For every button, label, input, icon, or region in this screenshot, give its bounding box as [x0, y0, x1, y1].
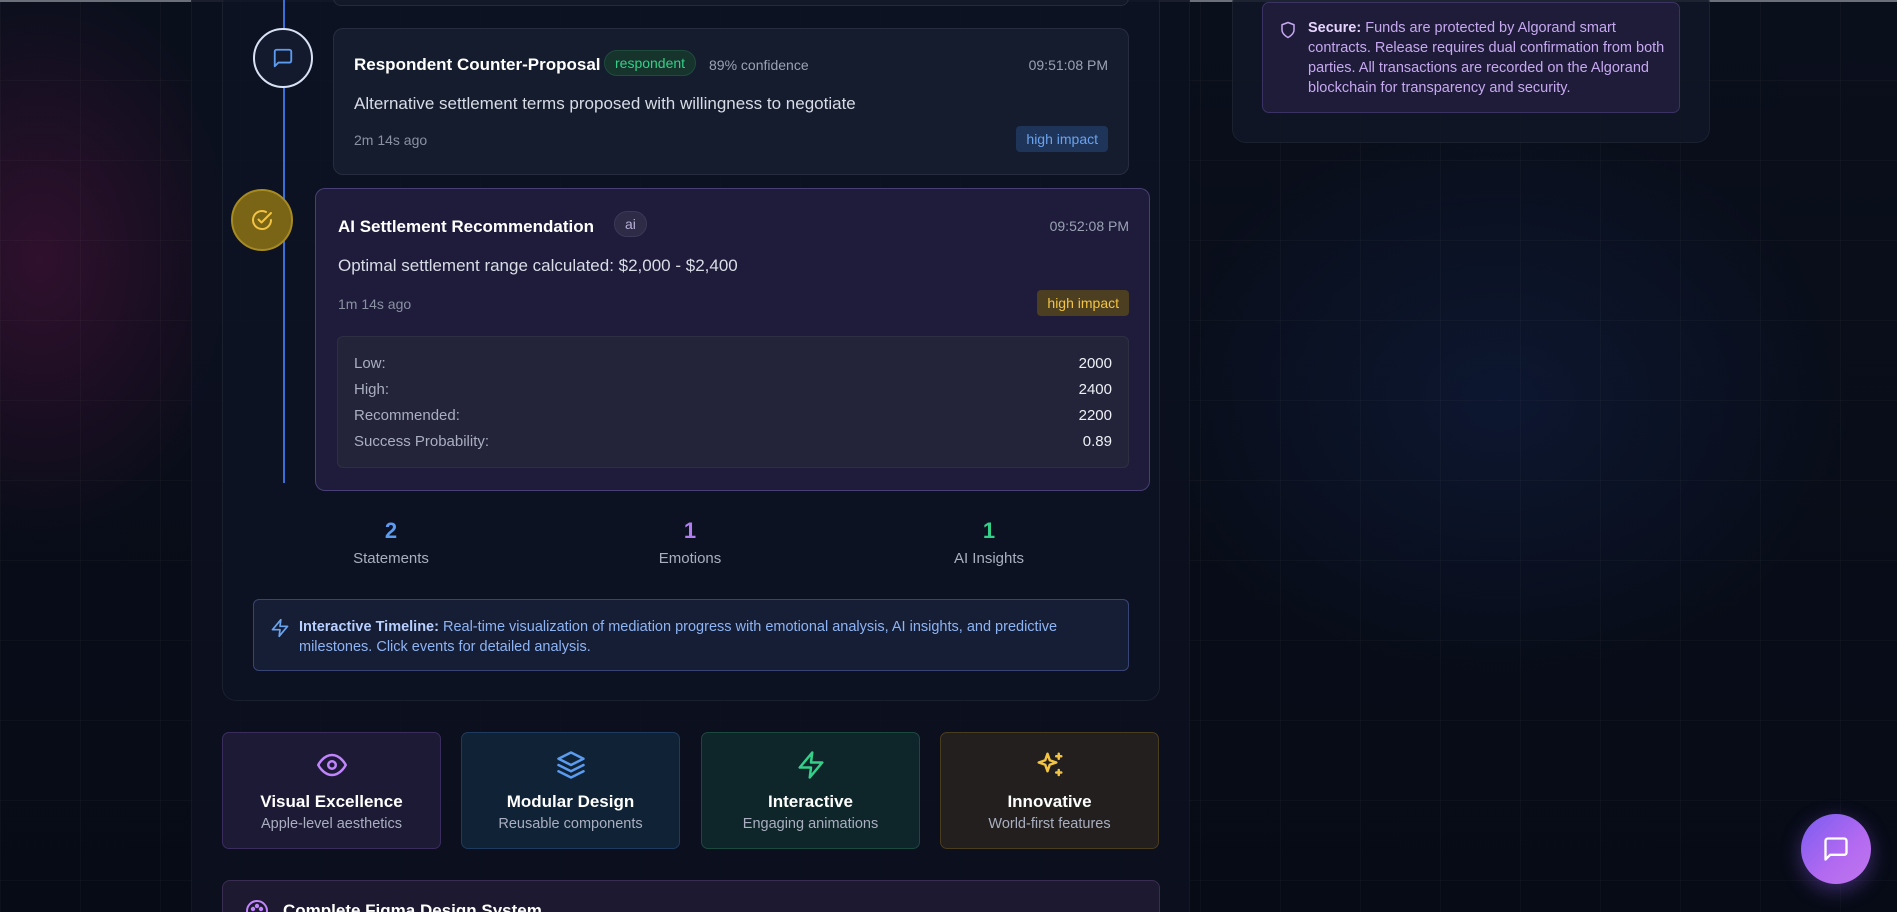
chat-button[interactable] [1801, 814, 1871, 884]
event-relative-time: 1m 14s ago [338, 296, 412, 312]
feature-title: Visual Excellence [260, 792, 403, 811]
feature-subtitle: Reusable components [498, 816, 643, 832]
stat-emotions: 1 Emotions [610, 518, 770, 567]
message-icon [1824, 837, 1848, 861]
feature-card-interactive[interactable]: Interactive Engaging animations [701, 732, 920, 849]
detail-key: Recommended: [354, 407, 460, 424]
timeline-node-message [253, 28, 313, 88]
stat-label: Statements [353, 550, 429, 567]
settlement-details: Low: 2000 High: 2400 Recommended: 2200 S… [337, 336, 1129, 468]
detail-key: High: [354, 381, 390, 398]
message-icon [273, 48, 293, 68]
check-circle-icon [252, 210, 272, 230]
feature-card-modular-design[interactable]: Modular Design Reusable components [461, 732, 680, 849]
detail-row: High: 2400 [354, 381, 1112, 401]
feature-subtitle: Apple-level aesthetics [260, 816, 403, 832]
event-tag-ai: ai [614, 211, 647, 237]
stat-statements: 2 Statements [311, 518, 471, 567]
feature-subtitle: World-first features [988, 816, 1111, 832]
detail-row: Low: 2000 [354, 355, 1112, 375]
lightning-icon [271, 618, 289, 638]
stat-value: 2 [384, 518, 398, 543]
detail-value: 2400 [1078, 381, 1112, 398]
figma-design-system-card[interactable]: Complete Figma Design System [222, 880, 1160, 912]
stat-value: 1 [982, 518, 996, 543]
previous-event-card[interactable] [333, 0, 1129, 6]
lightning-icon [798, 751, 823, 779]
event-confidence: 89% confidence [709, 57, 809, 73]
feature-card-visual-excellence[interactable]: Visual Excellence Apple-level aesthetics [222, 732, 441, 849]
timeline-event-counter-proposal[interactable]: Respondent Counter-Proposal respondent 8… [333, 28, 1129, 175]
stat-label: Emotions [658, 550, 722, 567]
secure-notice: Secure: Funds are protected by Algorand … [1262, 2, 1680, 113]
event-relative-time: 2m 14s ago [354, 132, 428, 148]
event-tag-respondent: respondent [604, 50, 697, 76]
stat-ai-insights: 1 AI Insights [909, 518, 1069, 567]
event-description: Alternative settlement terms proposed wi… [354, 94, 856, 113]
timeline-node-ai [231, 189, 293, 251]
shield-icon [1281, 21, 1295, 39]
timeline-info-box: Interactive Timeline: Real-time visualiz… [253, 599, 1129, 671]
detail-row: Success Probability: 0.89 [354, 433, 1112, 453]
detail-key: Low: [354, 355, 386, 372]
detail-row: Recommended: 2200 [354, 407, 1112, 427]
stat-value: 1 [683, 518, 697, 543]
feature-title: Innovative [1007, 792, 1092, 811]
detail-value: 2200 [1078, 407, 1112, 424]
impact-badge: high impact [1037, 290, 1129, 316]
secure-text: Secure: Funds are protected by Algorand … [1308, 18, 1668, 98]
secure-label: Secure: [1308, 20, 1362, 36]
detail-value: 2000 [1078, 355, 1112, 372]
info-label: Interactive Timeline: [299, 619, 439, 635]
event-title: Respondent Counter-Proposal [354, 55, 601, 74]
secure-body: Funds are protected by Algorand smart co… [1308, 20, 1665, 96]
detail-key: Success Probability: [354, 433, 490, 450]
stat-label: AI Insights [953, 550, 1025, 567]
palette-icon [246, 900, 268, 912]
detail-value: 0.89 [1082, 433, 1112, 450]
event-time: 09:51:08 PM [1028, 57, 1108, 73]
impact-badge: high impact [1016, 126, 1108, 152]
card-title: Complete Figma Design System [283, 901, 542, 912]
feature-card-innovative[interactable]: Innovative World-first features [940, 732, 1159, 849]
feature-title: Modular Design [506, 792, 635, 811]
event-description: Optimal settlement range calculated: $2,… [338, 256, 738, 275]
event-time: 09:52:08 PM [1049, 218, 1129, 234]
layers-icon [556, 751, 585, 779]
event-title: AI Settlement Recommendation [338, 217, 594, 236]
sparkles-icon [1037, 752, 1062, 777]
info-text: Interactive Timeline: Real-time visualiz… [299, 617, 1109, 657]
eye-icon [316, 753, 347, 777]
feature-title: Interactive [767, 792, 854, 811]
feature-subtitle: Engaging animations [742, 816, 879, 832]
